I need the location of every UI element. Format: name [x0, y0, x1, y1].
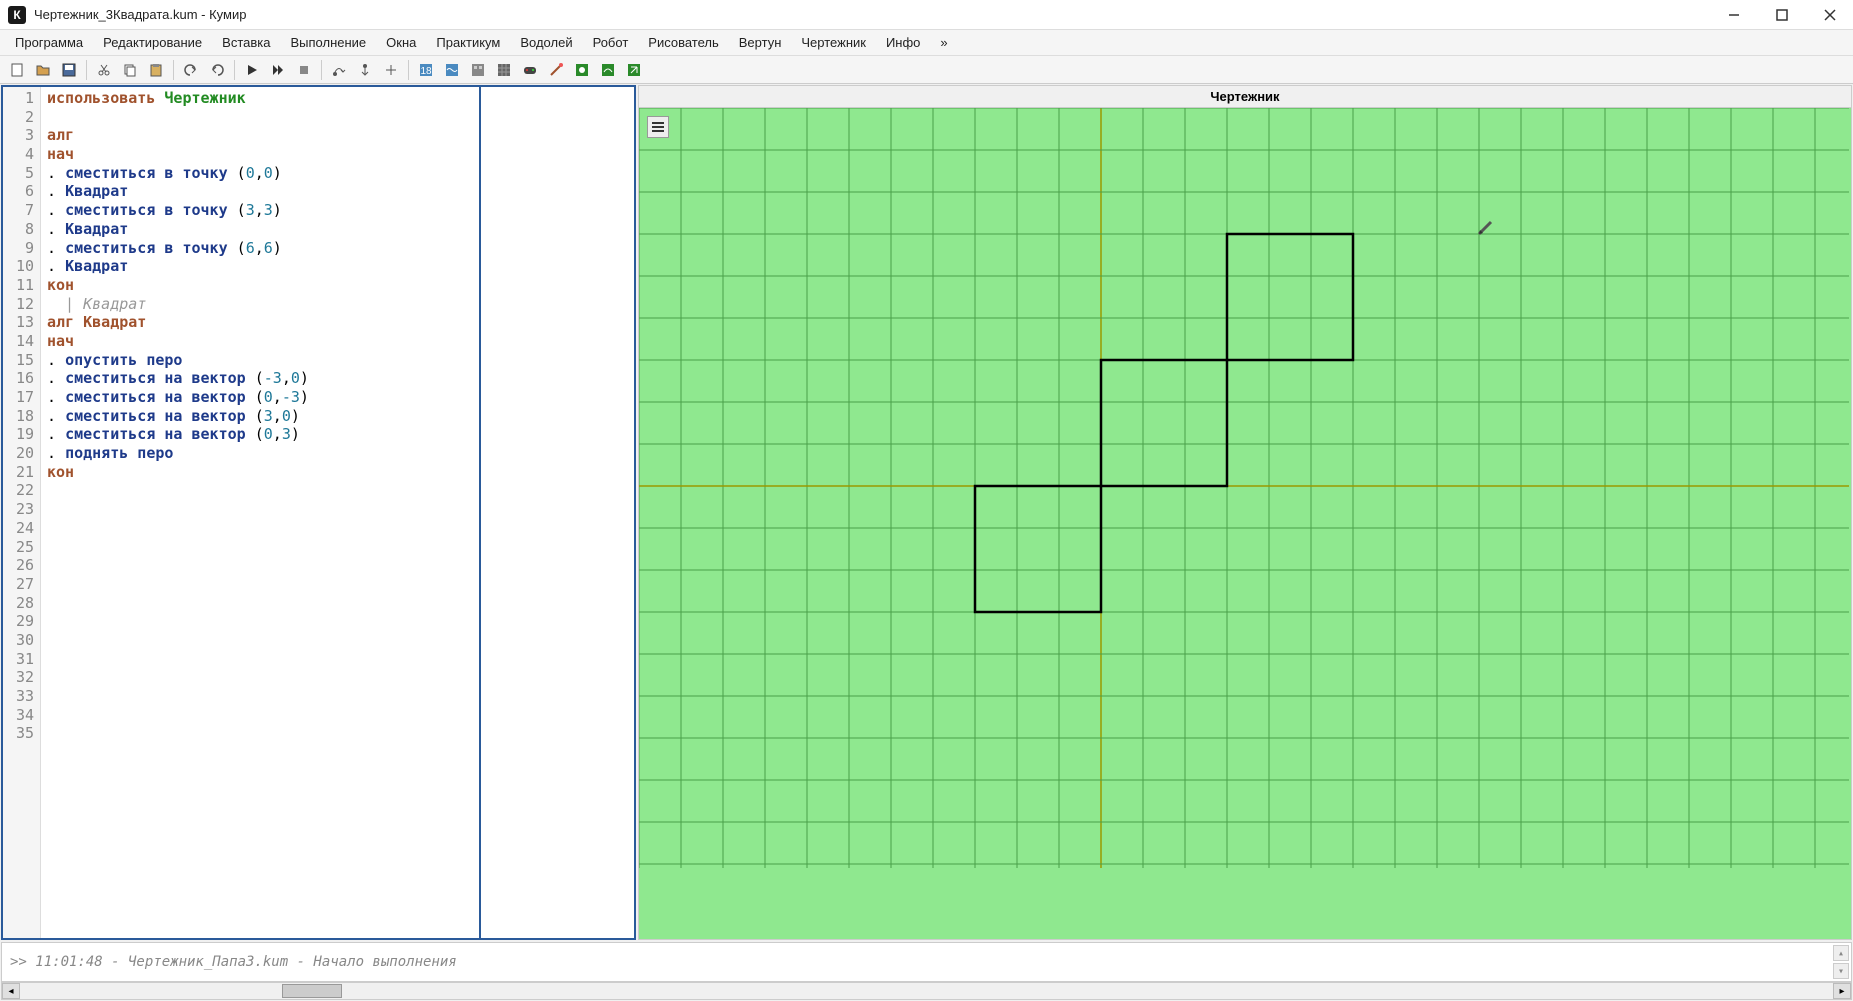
code-line[interactable]: . сместиться на вектор (0,-3) — [47, 388, 473, 407]
copy-button[interactable] — [119, 59, 141, 81]
code-line[interactable] — [47, 594, 473, 613]
code-line[interactable]: . поднять перо — [47, 444, 473, 463]
code-line[interactable]: . сместиться в точку (3,3) — [47, 201, 473, 220]
actor-drafter-button[interactable] — [623, 59, 645, 81]
redo-button[interactable] — [206, 59, 228, 81]
code-line[interactable] — [47, 481, 473, 500]
code-line[interactable] — [47, 724, 473, 743]
new-file-button[interactable] — [6, 59, 28, 81]
code-line[interactable]: . сместиться на вектор (-3,0) — [47, 369, 473, 388]
app-icon: К — [8, 6, 26, 24]
actor-vodoley-button[interactable] — [441, 59, 463, 81]
actor-vertun-button[interactable] — [571, 59, 593, 81]
canvas-menu-button[interactable] — [647, 116, 669, 138]
code-line[interactable] — [47, 556, 473, 575]
menu-практикум[interactable]: Практикум — [427, 32, 509, 53]
scroll-left-button[interactable]: ◂ — [2, 983, 20, 999]
code-line[interactable]: . сместиться на вектор (0,3) — [47, 425, 473, 444]
step-over-button[interactable] — [328, 59, 350, 81]
code-line[interactable]: использовать Чертежник — [47, 89, 473, 108]
actor-a-button[interactable]: 18 — [415, 59, 437, 81]
code-line[interactable] — [47, 108, 473, 127]
code-line[interactable]: . Квадрат — [47, 220, 473, 239]
svg-text:18: 18 — [420, 66, 432, 77]
run-fast-button[interactable] — [267, 59, 289, 81]
code-line[interactable]: . Квадрат — [47, 257, 473, 276]
actor-grid-button[interactable] — [493, 59, 515, 81]
actor-painter-button[interactable] — [545, 59, 567, 81]
canvas-panel: Чертежник — [638, 85, 1852, 940]
editor-panel: 1234567891011121314151617181920212223242… — [1, 85, 636, 940]
minimize-button[interactable] — [1719, 5, 1749, 25]
line-gutter: 1234567891011121314151617181920212223242… — [3, 87, 41, 938]
console-scroll-up[interactable]: ▴ — [1833, 945, 1849, 961]
code-line[interactable]: алг Квадрат — [47, 313, 473, 332]
code-line[interactable] — [47, 538, 473, 557]
menu-программа[interactable]: Программа — [6, 32, 92, 53]
horizontal-scrollbar[interactable]: ◂ ▸ — [1, 982, 1852, 1000]
menu-выполнение[interactable]: Выполнение — [281, 32, 375, 53]
console-scroll-down[interactable]: ▾ — [1833, 963, 1849, 979]
menu-»[interactable]: » — [931, 32, 956, 53]
menu-рисователь[interactable]: Рисователь — [639, 32, 727, 53]
code-line[interactable] — [47, 687, 473, 706]
code-line[interactable] — [47, 575, 473, 594]
menu-инфо[interactable]: Инфо — [877, 32, 929, 53]
open-file-button[interactable] — [32, 59, 54, 81]
close-button[interactable] — [1815, 5, 1845, 25]
code-line[interactable]: . опустить перо — [47, 351, 473, 370]
menu-окна[interactable]: Окна — [377, 32, 425, 53]
menu-редактирование[interactable]: Редактирование — [94, 32, 211, 53]
console[interactable]: >> 11:01:48 - Чертежник_Папа3.kum - Нача… — [1, 942, 1852, 982]
maximize-button[interactable] — [1767, 5, 1797, 25]
scroll-thumb[interactable] — [282, 984, 342, 998]
save-file-button[interactable] — [58, 59, 80, 81]
paste-button[interactable] — [145, 59, 167, 81]
code-editor[interactable]: использовать Чертежникалгнач. сместиться… — [41, 87, 481, 938]
code-line[interactable]: алг — [47, 126, 473, 145]
stop-button[interactable] — [293, 59, 315, 81]
code-line[interactable]: . сместиться в точку (6,6) — [47, 239, 473, 258]
cut-button[interactable] — [93, 59, 115, 81]
canvas-body[interactable] — [639, 108, 1851, 939]
actor-kuznechik-button[interactable] — [597, 59, 619, 81]
code-line[interactable] — [47, 500, 473, 519]
code-line[interactable]: кон — [47, 276, 473, 295]
toolbar: 18 — [0, 56, 1853, 84]
code-line[interactable] — [47, 519, 473, 538]
code-line[interactable] — [47, 668, 473, 687]
canvas-title: Чертежник — [639, 86, 1851, 108]
code-line[interactable] — [47, 650, 473, 669]
code-line[interactable] — [47, 612, 473, 631]
code-line[interactable]: | Квадрат — [47, 295, 473, 314]
undo-button[interactable] — [180, 59, 202, 81]
actor-robot-button[interactable] — [467, 59, 489, 81]
scroll-right-button[interactable]: ▸ — [1833, 983, 1851, 999]
code-line[interactable]: . Квадрат — [47, 182, 473, 201]
code-line[interactable]: нач — [47, 145, 473, 164]
actor-game-button[interactable] — [519, 59, 541, 81]
code-line[interactable]: . сместиться в точку (0,0) — [47, 164, 473, 183]
run-button[interactable] — [241, 59, 263, 81]
step-to-cursor-button[interactable] — [380, 59, 402, 81]
window-title: Чертежник_3Квадрата.kum - Кумир — [34, 7, 1719, 22]
console-output: >> 11:01:48 - Чертежник_Папа3.kum - Нача… — [10, 954, 457, 970]
step-into-button[interactable] — [354, 59, 376, 81]
titlebar: К Чертежник_3Квадрата.kum - Кумир — [0, 0, 1853, 30]
menu-чертежник[interactable]: Чертежник — [792, 32, 875, 53]
code-line[interactable] — [47, 631, 473, 650]
menu-вертун[interactable]: Вертун — [730, 32, 791, 53]
debug-margin — [481, 87, 634, 938]
code-line[interactable]: нач — [47, 332, 473, 351]
menu-робот[interactable]: Робот — [584, 32, 638, 53]
code-line[interactable]: . сместиться на вектор (3,0) — [47, 407, 473, 426]
code-line[interactable]: кон — [47, 463, 473, 482]
menu-вставка[interactable]: Вставка — [213, 32, 279, 53]
code-line[interactable] — [47, 706, 473, 725]
menu-водолей[interactable]: Водолей — [511, 32, 581, 53]
menubar: ПрограммаРедактированиеВставкаВыполнение… — [0, 30, 1853, 56]
